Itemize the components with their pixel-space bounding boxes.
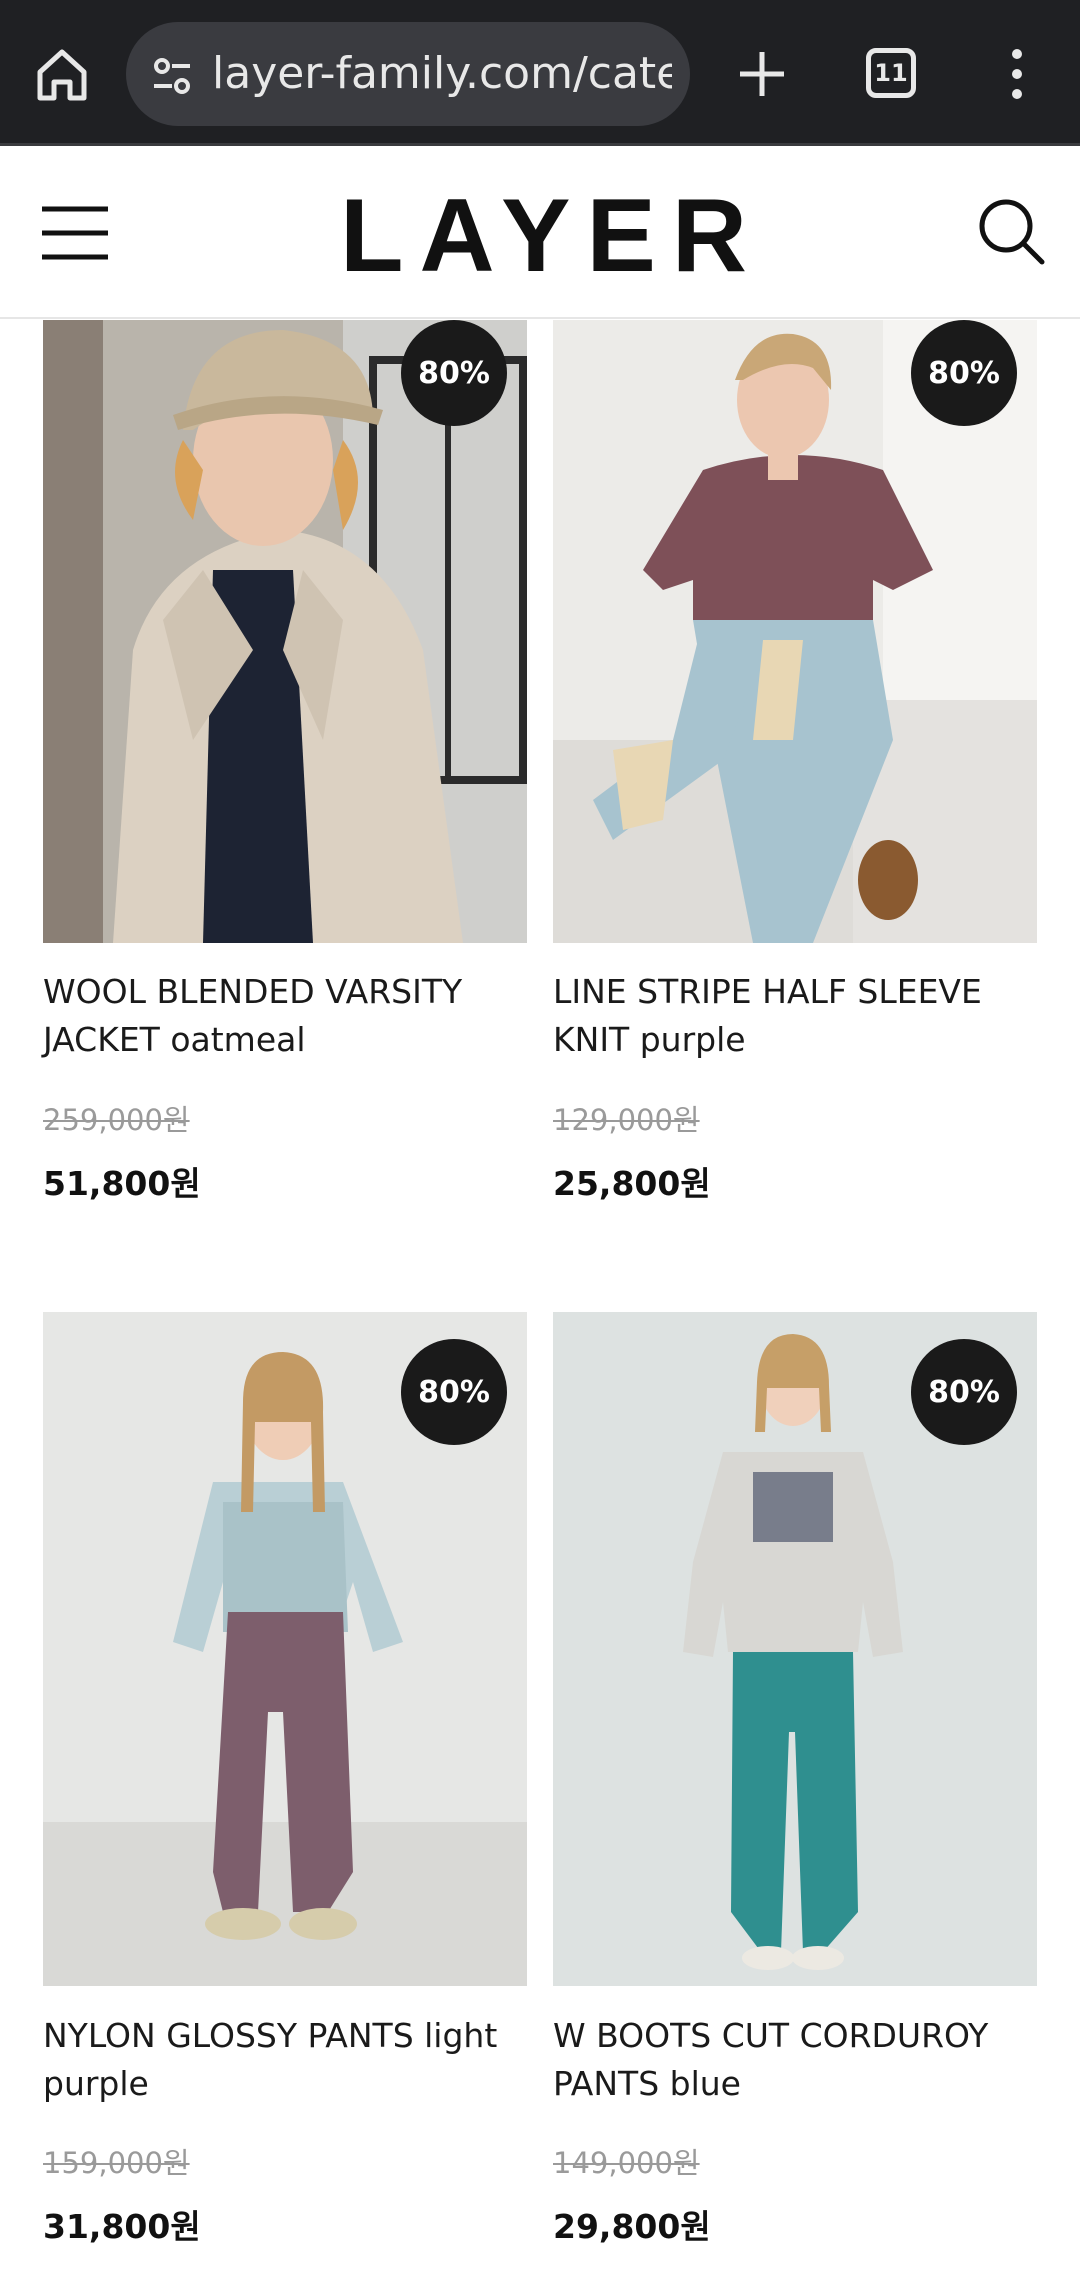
product-name[interactable]: LINE STRIPE HALF SLEEVE KNIT purple	[553, 968, 1037, 1064]
product-card[interactable]: 80% NYLON GLOSSY PANTS light purple 159,…	[43, 1312, 527, 2272]
tab-count: 11	[874, 59, 908, 87]
discount-badge: 80%	[911, 320, 1017, 426]
discount-badge: 80%	[911, 1339, 1017, 1445]
product-name[interactable]: W BOOTS CUT CORDUROY PANTS blue	[553, 2012, 1037, 2108]
original-price: 259,000원	[43, 1103, 190, 1137]
product-card[interactable]: 80% W BOOTS CUT CORDUROY PANTS blue 149,…	[553, 1312, 1037, 2272]
url-text[interactable]: layer-family.com/category/	[212, 48, 672, 100]
original-price: 159,000원	[43, 2146, 190, 2180]
tune-icon[interactable]	[148, 52, 196, 100]
product-image[interactable]: 80%	[43, 320, 527, 943]
product-image[interactable]: 80%	[43, 1312, 527, 1986]
product-image[interactable]: 80%	[553, 320, 1037, 943]
original-price: 149,000원	[553, 2146, 700, 2180]
plus-icon[interactable]	[730, 42, 794, 106]
more-vert-icon[interactable]	[990, 42, 1044, 106]
address-bar[interactable]: layer-family.com/category/	[126, 22, 690, 126]
browser-toolbar: layer-family.com/category/ 11	[0, 0, 1080, 146]
menu-icon[interactable]	[40, 203, 110, 263]
brand-logo[interactable]: LAYER	[340, 181, 747, 291]
discount-badge: 80%	[401, 1339, 507, 1445]
discount-badge: 80%	[401, 320, 507, 426]
original-price: 129,000원	[553, 1103, 700, 1137]
sale-price: 29,800원	[553, 2207, 711, 2246]
product-card[interactable]: 80% LINE STRIPE HALF SLEEVE KNIT purple …	[553, 320, 1037, 1220]
sale-price: 25,800원	[553, 1164, 711, 1203]
product-card[interactable]: 80% WOOL BLENDED VARSITY JACKET oatmeal …	[43, 320, 527, 1220]
home-icon[interactable]	[30, 42, 94, 106]
site-header: LAYER	[0, 149, 1080, 319]
product-image[interactable]: 80%	[553, 1312, 1037, 1986]
tabs-icon[interactable]: 11	[866, 48, 916, 98]
search-icon[interactable]	[976, 196, 1046, 266]
product-name[interactable]: WOOL BLENDED VARSITY JACKET oatmeal	[43, 968, 527, 1064]
product-name[interactable]: NYLON GLOSSY PANTS light purple	[43, 2012, 527, 2108]
sale-price: 51,800원	[43, 1164, 201, 1203]
sale-price: 31,800원	[43, 2207, 201, 2246]
